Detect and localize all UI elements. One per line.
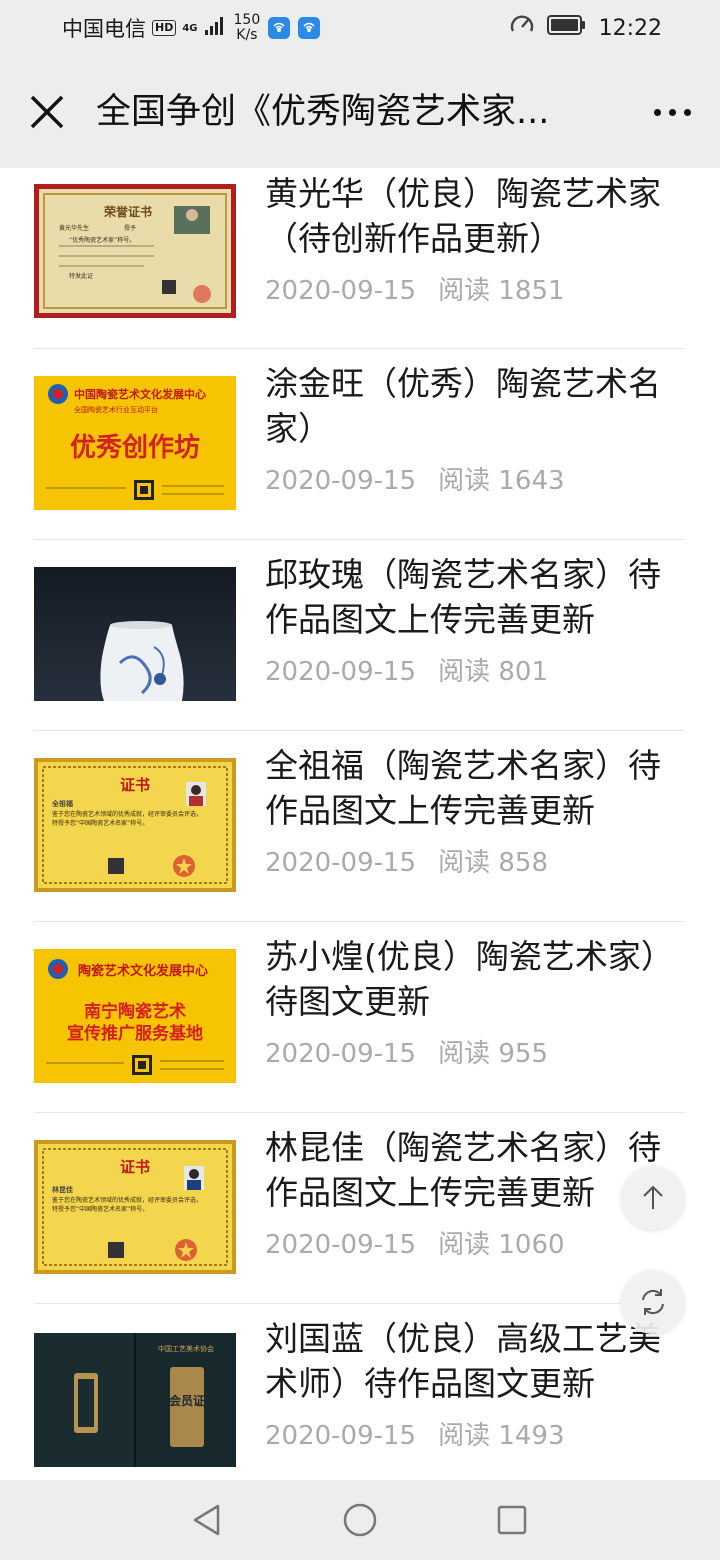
article-views: 阅读 1060 [438,1230,565,1260]
article-views: 阅读 858 [438,848,549,878]
thumb-text: 全国陶瓷艺术行业互动平台 [74,405,158,414]
article-meta: 2020-09-15 阅读 1851 [265,270,565,307]
arrow-up-icon [643,1185,663,1209]
more-icon-dot [668,108,676,116]
article-item[interactable]: 荣誉证书 黄光华先生 授予 “优秀陶瓷艺术家”称号。 特发此证 黄光华（优良）陶… [34,168,685,349]
article-date: 2020-09-15 [265,466,417,496]
hd-badge: HD [152,20,177,36]
thumb-text: 陶瓷艺术文化发展中心 [78,963,208,979]
navigation-bar [0,1480,720,1560]
article-item[interactable]: 证书 全祖福 鉴于您在陶瓷艺术领域的优秀成就，经评审委员会评选，特授予您“中国陶… [34,731,685,922]
article-thumbnail: 陶瓷艺术文化发展中心 南宁陶瓷艺术 宣传推广服务基地 [34,949,236,1083]
signal-icon [204,16,226,41]
thumb-text: 全祖福 [51,799,73,808]
article-title[interactable]: 苏小煌(优良）陶瓷艺术家）待图文更新 [265,934,665,1024]
article-title[interactable]: 涂金旺（优秀）陶瓷艺术名家） [265,361,665,451]
thumb-text: 优秀创作坊 [70,432,200,463]
speed-unit: K/s [236,27,258,43]
thumb-text: 证书 [120,1158,150,1176]
thumb-text: 授予 [124,224,136,232]
article-meta: 2020-09-15 阅读 1643 [265,460,565,497]
scroll-to-top-button[interactable] [621,1166,685,1230]
article-title[interactable]: 刘国蓝（优良）高级工艺美术师）待作品图文更新 [265,1316,665,1406]
carrier-name: 中国电信 [62,17,146,41]
article-title[interactable]: 全祖福（陶瓷艺术名家）待作品图文上传完善更新 [265,743,665,833]
article-thumbnail [34,567,236,701]
close-icon [30,95,64,129]
article-views: 阅读 801 [438,657,549,687]
clock: 12:22 [598,15,662,41]
article-date: 2020-09-15 [265,1421,417,1451]
article-views: 阅读 955 [438,1039,549,1069]
refresh-icon [642,1289,664,1315]
thumb-text: 荣誉证书 [103,204,152,219]
home-button[interactable] [340,1500,380,1540]
article-item[interactable]: 邱玫瑰（陶瓷艺术名家）待作品图文上传完善更新 2020-09-15 阅读 801 [34,540,685,731]
article-meta: 2020-09-15 阅读 955 [265,1033,548,1070]
article-views: 阅读 1851 [438,276,565,306]
thumb-text: 黄光华先生 [59,224,89,232]
thumb-text: 中国陶瓷艺术文化发展中心 [74,387,206,401]
status-left: 中国电信 HD 4G 150 K/s [62,0,321,56]
article-thumbnail: 荣誉证书 黄光华先生 授予 “优秀陶瓷艺术家”称号。 特发此证 [34,184,236,318]
hotspot-icon [268,17,291,39]
page-title: 全国争创《优秀陶瓷艺术家... [96,92,550,132]
article-views: 阅读 1643 [438,466,565,496]
thumb-text: 宣传推广服务基地 [67,1023,203,1044]
article-title[interactable]: 林昆佳（陶瓷艺术名家）待作品图文上传完善更新 [265,1125,665,1215]
more-button[interactable] [646,89,698,135]
thumb-text: 中国工艺美术协会 [158,1344,214,1353]
speed-value: 150 [233,12,261,28]
article-date: 2020-09-15 [265,657,417,687]
battery-icon [546,14,587,42]
article-meta: 2020-09-15 阅读 1060 [265,1224,565,1261]
article-item[interactable]: 中国工艺美术协会 会员证 刘国蓝（优良）高级工艺美术师）待作品图文更新 2020… [34,1304,685,1480]
close-button[interactable] [24,89,70,135]
article-date: 2020-09-15 [265,848,417,878]
thumb-text: 林昆佳 [52,1185,73,1194]
article-thumbnail: 证书 全祖福 鉴于您在陶瓷艺术领域的优秀成就，经评审委员会评选，特授予您“中国陶… [34,758,236,892]
article-title[interactable]: 黄光华（优良）陶瓷艺术家（待创新作品更新） [265,171,665,261]
article-views: 阅读 1493 [438,1421,565,1451]
article-thumbnail: 中国陶瓷艺术文化发展中心 全国陶瓷艺术行业互动平台 优秀创作坊 [34,376,236,510]
thumb-text: 会员证 [169,1393,205,1408]
thumb-text: 证书 [120,776,150,794]
thumb-text: 南宁陶瓷艺术 [84,1001,186,1022]
recents-button[interactable] [492,1500,532,1540]
article-date: 2020-09-15 [265,1230,417,1260]
thumb-text: 鉴于您在陶瓷艺术领域的优秀成就，经评审委员会评选，特授予您“中国陶瓷艺术名家”称… [52,1197,202,1213]
article-item[interactable]: 陶瓷艺术文化发展中心 南宁陶瓷艺术 宣传推广服务基地 苏小煌(优良）陶瓷艺术家）… [34,922,685,1113]
article-meta: 2020-09-15 阅读 801 [265,651,548,688]
status-bar: 中国电信 HD 4G 150 K/s 12:22 [0,0,720,56]
network-type: 4G [182,22,198,34]
more-icon-dot [683,108,691,116]
back-triangle-icon [193,1504,220,1536]
network-speed: 150 K/s [234,13,261,43]
article-list[interactable]: 荣誉证书 黄光华先生 授予 “优秀陶瓷艺术家”称号。 特发此证 黄光华（优良）陶… [0,168,720,1480]
thumb-text: 特发此证 [69,272,93,280]
article-item[interactable]: 证书 林昆佳 鉴于您在陶瓷艺术领域的优秀成就，经评审委员会评选，特授予您“中国陶… [34,1113,685,1304]
status-right: 12:22 [509,0,662,56]
title-bar: 全国争创《优秀陶瓷艺术家... [0,56,720,168]
speedometer-icon [509,12,535,44]
article-item[interactable]: 中国陶瓷艺术文化发展中心 全国陶瓷艺术行业互动平台 优秀创作坊 涂金旺（优秀）陶… [34,349,685,540]
back-button[interactable] [186,1500,226,1540]
article-title[interactable]: 邱玫瑰（陶瓷艺术名家）待作品图文上传完善更新 [265,552,665,642]
thumb-text: “优秀陶瓷艺术家”称号。 [69,236,135,244]
article-date: 2020-09-15 [265,1039,417,1069]
article-date: 2020-09-15 [265,276,417,306]
recents-square-icon [497,1505,527,1535]
article-meta: 2020-09-15 阅读 858 [265,842,548,879]
hotspot-icon-2 [298,17,321,39]
article-thumbnail: 证书 林昆佳 鉴于您在陶瓷艺术领域的优秀成就，经评审委员会评选，特授予您“中国陶… [34,1140,236,1274]
refresh-button[interactable] [621,1270,685,1334]
thumb-text: 鉴于您在陶瓷艺术领域的优秀成就，经评审委员会评选，特授予您“中国陶瓷艺术名家”称… [52,811,202,827]
article-meta: 2020-09-15 阅读 1493 [265,1415,565,1452]
more-icon-dot [653,108,661,116]
home-circle-icon [343,1503,377,1537]
article-thumbnail: 中国工艺美术协会 会员证 [34,1333,236,1467]
